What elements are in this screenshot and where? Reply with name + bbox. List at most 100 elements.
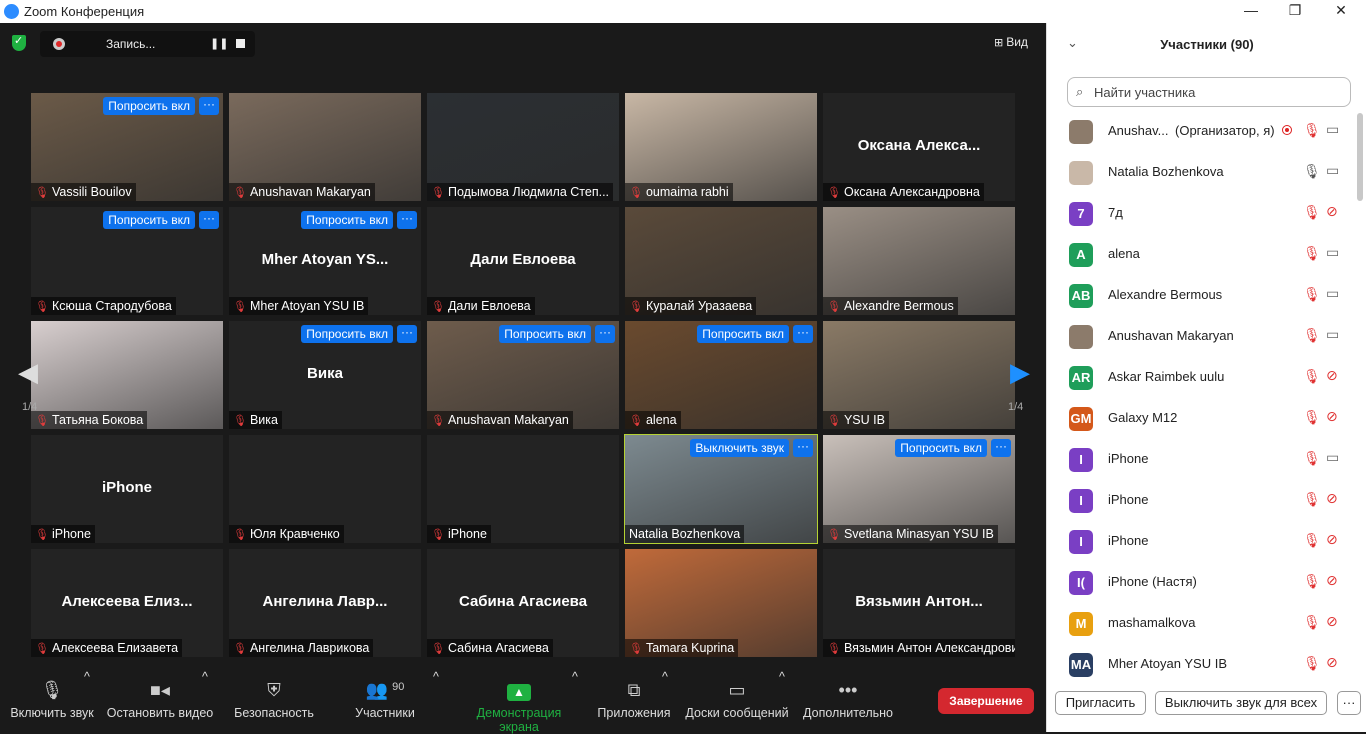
participant-row[interactable]: MA Mher Atoyan YSU IB 🎙 ⊘ <box>1047 644 1357 685</box>
video-camera-icon[interactable]: ▭ <box>1326 449 1339 466</box>
participant-row[interactable]: GM Galaxy M12 🎙 ⊘ <box>1047 398 1357 439</box>
participant-row[interactable]: IiPhone 🎙 ▭ <box>1047 439 1357 480</box>
video-tile[interactable]: 🎙 Vassili Bouilov Попросить вкл ··· <box>31 93 223 201</box>
tile-more-button[interactable]: ··· <box>793 439 813 457</box>
participant-search[interactable]: ⌕ <box>1067 77 1351 107</box>
ask-to-unmute-button[interactable]: Попросить вкл <box>499 325 591 343</box>
microphone-muted-icon[interactable]: 🎙 <box>1303 614 1321 631</box>
participants-options-caret[interactable]: ^ <box>433 670 439 684</box>
minimize-button[interactable]: — <box>1236 2 1266 18</box>
tile-more-button[interactable]: ··· <box>199 211 219 229</box>
scrollbar-thumb[interactable] <box>1357 113 1363 201</box>
microphone-muted-icon[interactable]: 🎙 <box>1303 327 1321 344</box>
previous-page-arrow[interactable]: ◀ <box>18 357 38 388</box>
share-screen-button[interactable]: ▲ Демонстрация экрана <box>456 670 582 734</box>
microphone-muted-icon[interactable]: 🎙 <box>1303 491 1321 508</box>
video-off-icon[interactable]: ⊘ <box>1326 531 1338 548</box>
tile-more-button[interactable]: ··· <box>793 325 813 343</box>
video-tile[interactable]: Сабина Агасиева 🎙 Сабина Агасиева <box>427 549 619 657</box>
security-button[interactable]: ⛨ Безопасность <box>232 670 316 720</box>
mute-all-button[interactable]: Выключить звук для всех <box>1155 691 1327 715</box>
participant-row[interactable]: Anushavan Makaryan 🎙 ▭ <box>1047 316 1357 357</box>
participant-list-scrollbar[interactable] <box>1357 111 1363 691</box>
video-tile[interactable]: 🎙 Tamara Kuprina <box>625 549 817 657</box>
ask-to-unmute-button[interactable]: Попросить вкл <box>103 211 195 229</box>
video-tile[interactable]: 🎙 Svetlana Minasyan YSU IB Попросить вкл ··… <box>823 435 1015 543</box>
video-off-icon[interactable]: ⊘ <box>1326 654 1338 671</box>
video-tile[interactable]: Mher Atoyan YS... 🎙 Mher Atoyan YSU IB Попр… <box>229 207 421 315</box>
video-options-caret[interactable]: ^ <box>202 670 208 684</box>
participant-row[interactable]: 7 7д 🎙 ⊘ <box>1047 193 1357 234</box>
video-tile[interactable]: Natalia Bozhenkova Выключить звук ··· <box>624 434 818 544</box>
end-meeting-button[interactable]: Завершение <box>938 688 1034 714</box>
video-camera-icon[interactable]: ▭ <box>1326 162 1339 179</box>
ask-to-unmute-button[interactable]: Попросить вкл <box>301 211 393 229</box>
participant-row[interactable]: Aalena 🎙 ▭ <box>1047 234 1357 275</box>
share-options-caret[interactable]: ^ <box>572 670 578 684</box>
participant-row[interactable]: AR Askar Raimbek uulu 🎙 ⊘ <box>1047 357 1357 398</box>
video-tile[interactable]: 🎙 Подымова Людмила Степ... <box>427 93 619 201</box>
video-tile[interactable]: iPhone 🎙 iPhone <box>31 435 223 543</box>
participant-search-input[interactable] <box>1094 83 1344 101</box>
microphone-muted-icon[interactable]: 🎙 <box>1303 368 1321 385</box>
participant-row[interactable]: IiPhone 🎙 ⊘ <box>1047 480 1357 521</box>
more-button[interactable]: ••• Дополнительно <box>800 670 896 720</box>
ask-to-unmute-button[interactable]: Попросить вкл <box>697 325 789 343</box>
video-tile[interactable]: 🎙 alena Попросить вкл ··· <box>625 321 817 429</box>
apps-options-caret[interactable]: ^ <box>662 670 668 684</box>
video-tile[interactable]: Ангелина Лавр... 🎙 Ангелина Лаврикова <box>229 549 421 657</box>
tile-more-button[interactable]: ··· <box>199 97 219 115</box>
video-camera-icon[interactable]: ▭ <box>1326 244 1339 261</box>
video-tile[interactable]: 🎙 YSU IB <box>823 321 1015 429</box>
microphone-muted-icon[interactable]: 🎙 <box>1303 655 1321 672</box>
video-off-icon[interactable]: ⊘ <box>1326 572 1338 589</box>
microphone-muted-icon[interactable]: 🎙 <box>1303 204 1321 221</box>
participant-row[interactable]: Anushav... (Организатор, я) 🎙 ▭ <box>1047 111 1357 152</box>
pause-recording-button[interactable]: ❚❚ <box>210 37 228 50</box>
video-tile[interactable]: 🎙 Татьяна Бокова <box>31 321 223 429</box>
video-tile[interactable]: 🎙 Ксюша Стародубова Попросить вкл ··· <box>31 207 223 315</box>
stop-video-button[interactable]: ■◂ Остановить видео <box>106 670 214 720</box>
panel-more-button[interactable]: ··· <box>1337 691 1361 715</box>
microphone-muted-icon[interactable]: 🎙 <box>1303 573 1321 590</box>
participant-row[interactable]: IiPhone 🎙 ⊘ <box>1047 521 1357 562</box>
video-camera-icon[interactable]: ▭ <box>1326 285 1339 302</box>
video-off-icon[interactable]: ⊘ <box>1326 367 1338 384</box>
close-button[interactable]: ✕ <box>1326 2 1356 19</box>
video-tile[interactable]: Оксана Алекса... 🎙 Оксана Александровна <box>823 93 1015 201</box>
restore-button[interactable]: ❐ <box>1280 2 1310 19</box>
ask-to-unmute-button[interactable]: Попросить вкл <box>103 97 195 115</box>
view-button[interactable]: ⊞ Вид <box>994 35 1028 49</box>
microphone-muted-icon[interactable]: 🎙 <box>1303 409 1321 426</box>
tile-more-button[interactable]: ··· <box>991 439 1011 457</box>
video-tile[interactable]: 🎙 Anushavan Makaryan Попросить вкл ··· <box>427 321 619 429</box>
stop-recording-button[interactable] <box>236 39 245 48</box>
next-page-arrow[interactable]: ▶ <box>1010 357 1030 388</box>
ask-to-unmute-button[interactable]: Попросить вкл <box>895 439 987 457</box>
video-camera-icon[interactable]: ▭ <box>1326 326 1339 343</box>
tile-more-button[interactable]: ··· <box>595 325 615 343</box>
ask-to-unmute-button[interactable]: Попросить вкл <box>301 325 393 343</box>
whiteboards-options-caret[interactable]: ^ <box>779 670 785 684</box>
microphone-muted-icon[interactable]: 🎙 <box>1303 450 1321 467</box>
video-tile[interactable]: 🎙 Юля Кравченко <box>229 435 421 543</box>
video-off-icon[interactable]: ⊘ <box>1326 613 1338 630</box>
video-off-icon[interactable]: ⊘ <box>1326 490 1338 507</box>
video-tile[interactable]: 🎙 Куралай Уразаева <box>625 207 817 315</box>
video-tile[interactable]: 🎙 oumaima rabhi <box>625 93 817 201</box>
video-tile[interactable]: 🎙 iPhone <box>427 435 619 543</box>
video-tile[interactable]: Вика 🎙 Вика Попросить вкл ··· <box>229 321 421 429</box>
video-camera-icon[interactable]: ▭ <box>1326 121 1339 138</box>
participants-button[interactable]: 👥 90 Участники <box>350 670 420 720</box>
participant-row[interactable]: Mmashamalkova 🎙 ⊘ <box>1047 603 1357 644</box>
video-tile[interactable]: 🎙 Anushavan Makaryan <box>229 93 421 201</box>
microphone-muted-icon[interactable]: 🎙 <box>1303 245 1321 262</box>
video-off-icon[interactable]: ⊘ <box>1326 203 1338 220</box>
participant-row[interactable]: I(iPhone (Настя) 🎙 ⊘ <box>1047 562 1357 603</box>
tile-more-button[interactable]: ··· <box>397 325 417 343</box>
video-tile[interactable]: Дали Евлоева 🎙 Дали Евлоева <box>427 207 619 315</box>
encryption-shield-icon[interactable] <box>12 34 26 51</box>
whiteboards-button[interactable]: ▭ Доски сообщений <box>684 670 790 720</box>
video-tile[interactable]: Алексеева Елиз... 🎙 Алексеева Елизавета <box>31 549 223 657</box>
participant-row[interactable]: AB Alexandre Bermous 🎙 ▭ <box>1047 275 1357 316</box>
